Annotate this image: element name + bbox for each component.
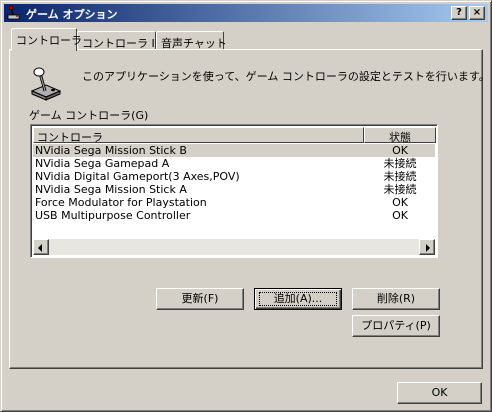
column-header-status[interactable]: 状態 [364,127,436,144]
title-bar[interactable]: ゲーム オプション ? × [4,4,488,22]
game-controllers-label: ゲーム コントローラ(G) [29,109,149,122]
controller-name: NVidia Sega Mission Stick B [35,144,187,157]
tab-controllers[interactable]: コントローラ [11,28,82,51]
properties-button[interactable]: プロパティ(P) [352,315,440,337]
ok-button-label: OK [431,386,448,399]
controller-name: NVidia Sega Gamepad A [35,157,170,170]
close-button[interactable]: × [469,6,485,20]
controller-status: 未接続 [383,157,417,170]
add-button[interactable]: 追加(A)... [254,288,342,310]
controllers-list[interactable]: コントローラ 状態 NVidia Sega Mission Stick B OK… [30,124,438,258]
tab-controller-id[interactable]: コントローラ ID [77,31,163,51]
scroll-left-button[interactable] [33,239,49,255]
refresh-button-label: 更新(F) [181,292,219,305]
controller-name: Force Modulator for Playstation [35,196,207,209]
controller-name: NVidia Digital Gameport(3 Axes,POV) [35,170,240,183]
scroll-right-button[interactable] [419,239,435,255]
controller-status: 未接続 [383,170,417,183]
game-options-window: ゲーム オプション ? × コントローラ コントローラ ID 音声チャット この… [0,0,492,412]
remove-button-label: 削除(R) [376,292,416,305]
arrow-left-icon [38,244,42,252]
table-row[interactable]: NVidia Sega Mission Stick A 未接続 [33,183,435,196]
controller-name: NVidia Sega Mission Stick A [35,183,187,196]
table-row[interactable]: NVidia Sega Gamepad A 未接続 [33,157,435,170]
controllers-tab-panel: このアプリケーションを使って、ゲーム コントローラの設定とテストを行います。 ゲ… [9,49,490,369]
table-row[interactable]: Force Modulator for Playstation OK [33,196,435,209]
table-row[interactable]: USB Multipurpose Controller OK [33,209,435,222]
add-button-label: 追加(A)... [273,292,323,305]
horizontal-scrollbar[interactable] [33,239,435,255]
window-title: ゲーム オプション [26,8,118,21]
table-row[interactable]: NVidia Digital Gameport(3 Axes,POV) 未接続 [33,170,435,183]
joystick-icon [30,67,62,101]
table-row[interactable]: NVidia Sega Mission Stick B OK [33,144,435,157]
help-button[interactable]: ? [451,6,467,20]
joystick-icon [7,5,20,20]
arrow-right-icon [426,244,430,252]
description-text: このアプリケーションを使って、ゲーム コントローラの設定とテストを行います。 [82,70,490,83]
tab-voice-chat[interactable]: 音声チャット [156,31,227,51]
controllers-rows: NVidia Sega Mission Stick B OK NVidia Se… [33,144,435,222]
remove-button[interactable]: 削除(R) [352,288,440,310]
tab-label: コントローラ [16,34,82,47]
refresh-button[interactable]: 更新(F) [156,288,244,310]
properties-button-label: プロパティ(P) [361,319,431,332]
controller-status: OK [392,144,408,157]
controller-status: 未接続 [383,183,417,196]
controller-name: USB Multipurpose Controller [35,209,191,222]
column-header-controller[interactable]: コントローラ [33,127,364,144]
ok-button[interactable]: OK [397,382,482,404]
controller-status: OK [392,209,408,222]
controller-status: OK [392,196,408,209]
